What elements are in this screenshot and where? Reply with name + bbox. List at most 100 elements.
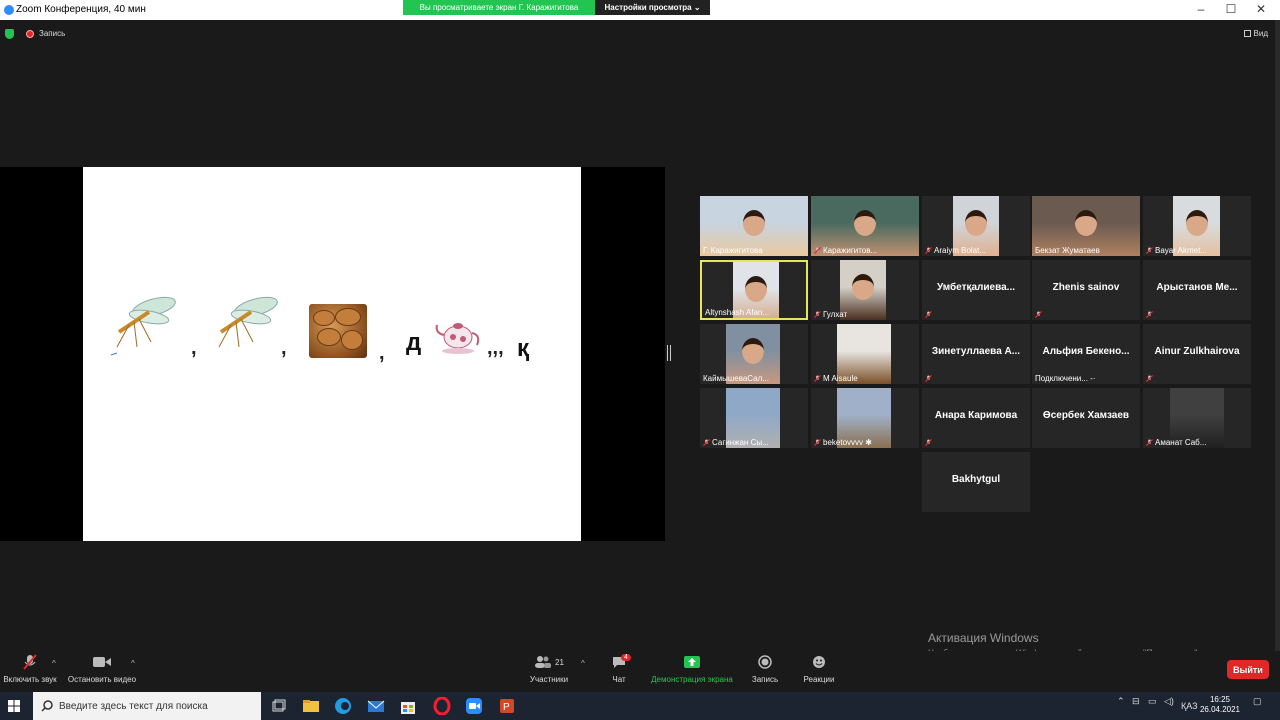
participant-face xyxy=(854,210,876,236)
participant-face xyxy=(745,276,767,302)
chat-button[interactable]: Чат 4 xyxy=(606,651,632,684)
close-icon[interactable]: ✕ xyxy=(1246,2,1276,16)
participant-name: Анара Каримова xyxy=(934,410,1018,421)
letter-q: қ xyxy=(517,335,530,362)
tray-overflow-icon[interactable]: ⌃ xyxy=(1117,696,1125,707)
tray-volume-icon[interactable]: ◁) xyxy=(1164,696,1174,707)
edge-icon[interactable] xyxy=(334,697,352,715)
recording-indicator[interactable]: Запись xyxy=(39,29,65,38)
participant-face xyxy=(1075,210,1097,236)
participant-tile[interactable]: Сагинжан Сы... xyxy=(700,388,808,448)
store-icon[interactable] xyxy=(399,697,417,715)
windows-start-icon[interactable] xyxy=(8,700,20,712)
maximize-icon[interactable]: ☐ xyxy=(1216,2,1246,16)
stop-video-button[interactable]: Остановить видео xyxy=(66,651,138,684)
participant-tile[interactable]: Г. Каражигитова xyxy=(700,196,808,256)
view-button[interactable]: Вид xyxy=(1243,29,1268,38)
participant-name: Арыстанов Ме... xyxy=(1156,282,1238,293)
shield-icon[interactable] xyxy=(5,29,14,39)
connection-status: Подключени... -· xyxy=(1035,374,1096,383)
muted-mic-icon xyxy=(2,651,58,673)
chat-badge: 4 xyxy=(621,654,631,661)
participant-name: Өсербек Хамзаев xyxy=(1042,410,1130,421)
participant-name: Аманат Саб... xyxy=(1155,438,1207,447)
participant-tile[interactable]: Zhenis sainov xyxy=(1032,260,1140,320)
record-icon xyxy=(748,651,782,673)
tray-network-icon[interactable]: ⊟ xyxy=(1132,696,1140,707)
participant-tile[interactable]: Арыстанов Ме... xyxy=(1143,260,1251,320)
record-button[interactable]: Запись xyxy=(748,651,782,684)
file-explorer-icon[interactable] xyxy=(302,697,320,715)
mail-icon[interactable] xyxy=(367,697,385,715)
participants-button[interactable]: 21 Участники xyxy=(528,651,570,684)
participant-name: Бекзат Жуматаев xyxy=(1035,246,1100,255)
participant-tile[interactable]: Өсербек Хамзаев xyxy=(1032,388,1140,448)
reactions-button[interactable]: Реакции xyxy=(800,651,838,684)
split-handle[interactable] xyxy=(667,345,671,361)
participant-tile[interactable]: Аманат Саб... xyxy=(1143,388,1251,448)
powerpoint-icon[interactable]: P xyxy=(498,697,516,715)
participant-tile[interactable]: Альфия Бекено... Подключени... -· xyxy=(1032,324,1140,384)
scrollbar[interactable] xyxy=(1275,20,1280,652)
participant-face xyxy=(742,338,764,364)
muted-mic-icon xyxy=(925,311,932,318)
taskbar-clock[interactable]: 16:25 26.04.2021 xyxy=(1200,695,1240,715)
participant-tile[interactable]: Гулхат xyxy=(811,260,919,320)
presentation-slide: , , , д ,,, қ xyxy=(83,167,581,541)
participant-tile[interactable]: Bayar Akmet... xyxy=(1143,196,1251,256)
participant-name: Ainur Zulkhairova xyxy=(1154,346,1240,357)
muted-mic-icon xyxy=(814,439,821,446)
muted-mic-icon xyxy=(925,247,932,254)
opera-icon[interactable] xyxy=(433,697,451,715)
tray-battery-icon[interactable]: ▭ xyxy=(1148,696,1157,707)
muted-mic-icon xyxy=(814,311,821,318)
participant-tile[interactable]: Ainur Zulkhairova xyxy=(1143,324,1251,384)
participants-options-caret[interactable]: ^ xyxy=(581,659,585,668)
taskbar-search-box[interactable]: Введите здесь текст для поиска xyxy=(33,692,261,720)
comma-3: , xyxy=(379,342,385,364)
participant-tile[interactable]: M Aisaule xyxy=(811,324,919,384)
window-title: Zoom Конференция, 40 мин xyxy=(16,4,146,15)
participant-tile[interactable]: Бекзат Жуматаев xyxy=(1032,196,1140,256)
participant-name: Зинетуллаева А... xyxy=(931,346,1021,357)
task-view-icon[interactable] xyxy=(270,697,288,715)
zoom-taskbar-icon[interactable] xyxy=(465,697,483,715)
record-dot-icon xyxy=(26,30,34,38)
participant-face xyxy=(743,210,765,236)
participant-name: Bakhytgul xyxy=(951,474,1001,485)
participants-icon: 21 xyxy=(528,651,570,673)
participant-name: КаймышеваСал... xyxy=(703,374,769,383)
muted-mic-icon xyxy=(1146,439,1153,446)
video-camera-icon xyxy=(66,651,138,673)
participant-tile[interactable]: Araiym Bolat... xyxy=(922,196,1030,256)
participant-face xyxy=(852,274,874,300)
muted-mic-icon xyxy=(1146,311,1153,318)
view-options-button[interactable]: Настройки просмотра ⌄ xyxy=(595,0,710,15)
participant-tile[interactable]: Зинетуллаева А... xyxy=(922,324,1030,384)
participant-name: Гулхат xyxy=(823,310,848,319)
participant-name: Сагинжан Сы... xyxy=(712,438,769,447)
participant-name: Altynshash Afan... xyxy=(705,308,770,317)
video-options-caret[interactable]: ^ xyxy=(131,659,135,668)
participant-name: Bayar Akmet... xyxy=(1155,246,1208,255)
zoom-logo-icon xyxy=(4,5,14,15)
input-language[interactable]: ҚАЗ xyxy=(1181,701,1198,711)
shared-screen: , , , д ,,, қ xyxy=(0,167,665,541)
participant-tile[interactable]: Bakhytgul xyxy=(922,452,1030,512)
leave-button[interactable]: Выйти xyxy=(1227,660,1269,679)
minimize-icon[interactable]: – xyxy=(1186,2,1216,16)
participant-tile[interactable]: Altynshash Afan... xyxy=(700,260,808,320)
share-screen-button[interactable]: Демонстрация экрана xyxy=(650,651,734,684)
participant-tile[interactable]: Умбетқалиева... xyxy=(922,260,1030,320)
participant-tile[interactable]: beketovvvv ✱ xyxy=(811,388,919,448)
audio-options-caret[interactable]: ^ xyxy=(52,659,56,668)
participant-tile[interactable]: Анара Каримова xyxy=(922,388,1030,448)
muted-mic-icon xyxy=(814,375,821,382)
muted-mic-icon xyxy=(1146,247,1153,254)
participant-tile[interactable]: Каражигитов... xyxy=(811,196,919,256)
participant-name: Г. Каражигитова xyxy=(703,246,763,255)
notifications-icon[interactable]: ▢ xyxy=(1253,696,1262,707)
smile-icon xyxy=(800,651,838,673)
unmute-button[interactable]: Включить звук xyxy=(2,651,58,684)
participant-tile[interactable]: КаймышеваСал... xyxy=(700,324,808,384)
